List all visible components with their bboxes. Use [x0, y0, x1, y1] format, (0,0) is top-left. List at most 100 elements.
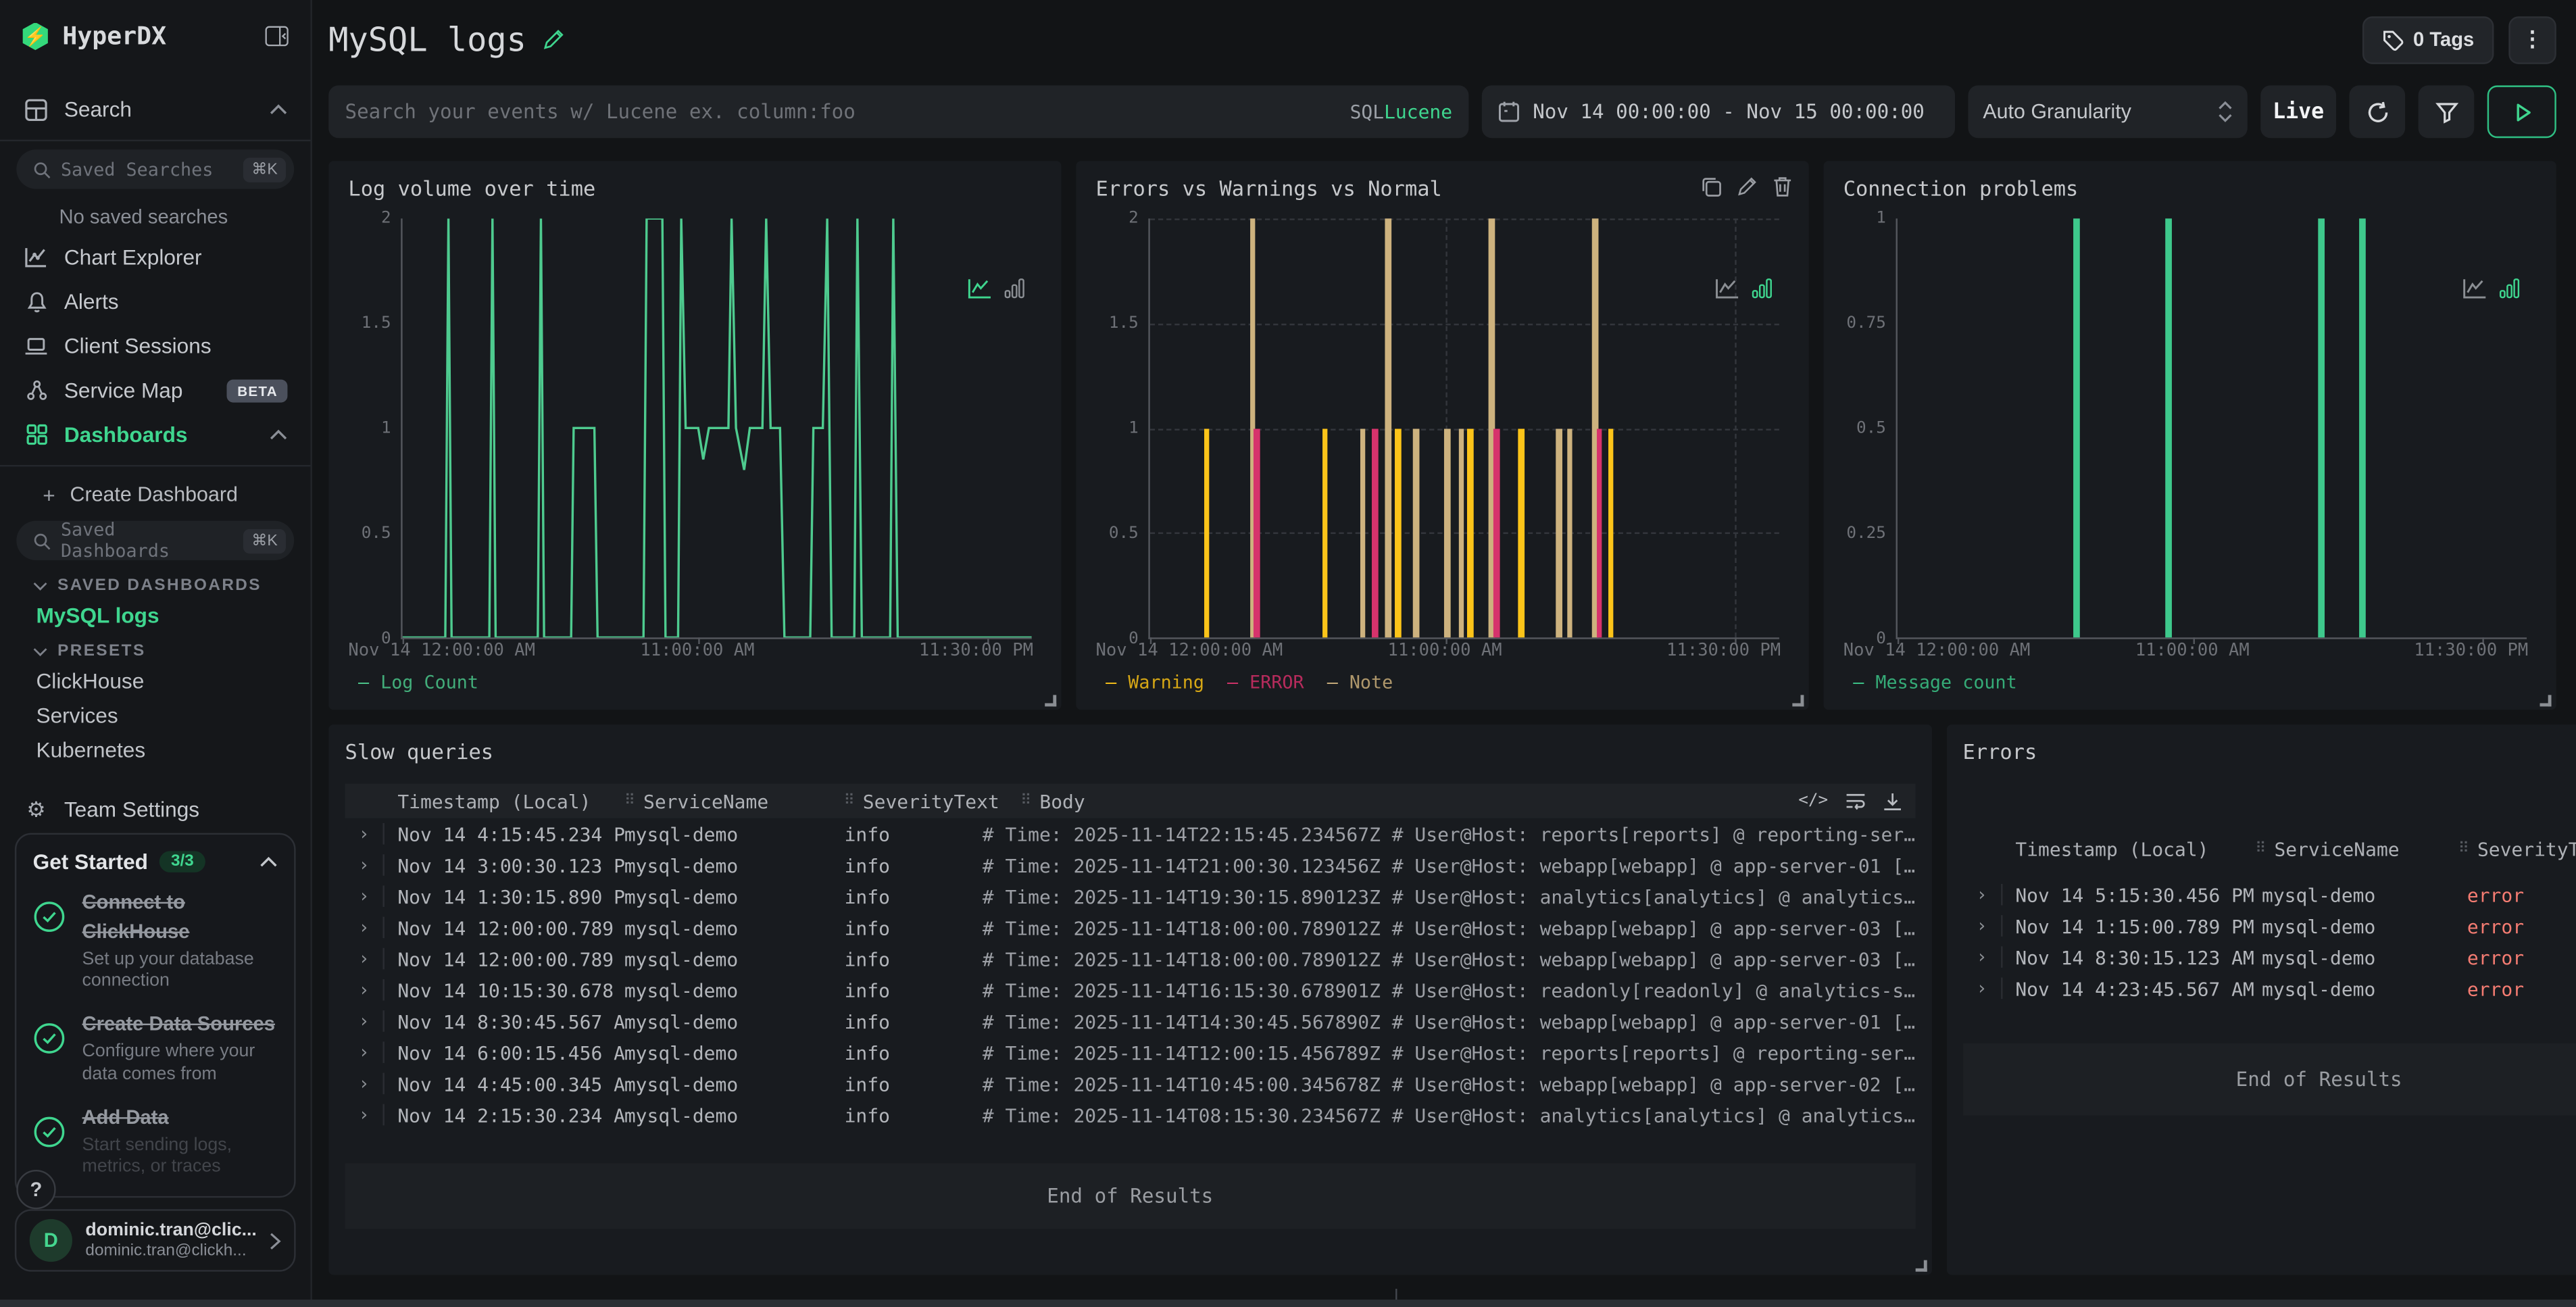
get-started-step[interactable]: Add DataStart sending logs, metrics, or …	[33, 1102, 278, 1179]
table-row[interactable]: ›Nov 14 4:23:45.567 AMmysql-demoerror202…	[1963, 972, 2576, 1004]
sidebar-item-search[interactable]: Search	[0, 87, 310, 132]
tags-button[interactable]: 0 Tags	[2362, 16, 2494, 64]
dashboard-menu-button[interactable]: ⋮	[2508, 16, 2556, 64]
chart-plot[interactable]	[1896, 218, 2527, 639]
table-row[interactable]: ›Nov 14 1:30:15.890 PMmysql-demoinfo# Ti…	[345, 881, 1916, 912]
refresh-button[interactable]	[2350, 85, 2406, 138]
table-row[interactable]: ›Nov 14 8:30:15.123 AMmysql-demoerror202…	[1963, 941, 2576, 972]
drag-handle-icon[interactable]: ⠿	[2458, 841, 2477, 857]
table-row[interactable]: ›Nov 14 1:15:00.789 PMmysql-demoerror202…	[1963, 910, 2576, 941]
download-icon[interactable]	[1882, 791, 1902, 811]
date-range-picker[interactable]: Nov 14 00:00:00 - Nov 15 00:00:00	[1482, 85, 1955, 138]
sidebar-item-services[interactable]: Services	[0, 698, 310, 733]
resize-handle[interactable]	[1792, 695, 1804, 706]
line-view-icon[interactable]	[968, 278, 992, 299]
table-row[interactable]: ›Nov 14 4:15:45.234 PMmysql-demoinfo# Ti…	[345, 818, 1916, 849]
table-row[interactable]: ›Nov 14 2:15:30.234 AMmysql-demoinfo# Ti…	[345, 1099, 1916, 1130]
table-row[interactable]: ›Nov 14 8:30:45.567 AMmysql-demoinfo# Ti…	[345, 1006, 1916, 1037]
expand-row-icon[interactable]: ›	[345, 1104, 385, 1126]
edit-chart-icon[interactable]	[1737, 176, 1758, 197]
expand-row-icon[interactable]: ›	[345, 854, 385, 876]
expand-row-icon[interactable]: ›	[1963, 946, 2002, 968]
drag-handle-icon[interactable]: ⠿	[844, 793, 863, 809]
expand-row-icon[interactable]: ›	[345, 948, 385, 970]
legend-item[interactable]: —Log Count	[358, 671, 478, 693]
legend-item[interactable]: —Message count	[1853, 671, 2016, 693]
col-timestamp[interactable]: Timestamp (Local)	[2015, 837, 2255, 860]
table-row[interactable]: ›Nov 14 12:00:00.789 PMmysql-demoinfo# T…	[345, 912, 1916, 943]
drag-handle-icon[interactable]: ⠿	[2255, 841, 2274, 857]
legend-item[interactable]: —Warning	[1106, 671, 1204, 693]
collapse-sidebar-icon[interactable]	[264, 24, 289, 47]
delete-chart-icon[interactable]	[1773, 176, 1792, 197]
resize-handle[interactable]	[1045, 695, 1056, 706]
get-started-step[interactable]: Connect to ClickHouseSet up your databas…	[33, 887, 278, 994]
expand-row-icon[interactable]: ›	[345, 1010, 385, 1032]
resize-handle[interactable]	[2540, 695, 2552, 706]
line-view-icon[interactable]	[1715, 278, 1739, 299]
bar-view-icon[interactable]	[1752, 278, 1773, 299]
table-row[interactable]: ›Nov 14 3:00:30.123 PMmysql-demoinfo# Ti…	[345, 849, 1916, 881]
chart-plot[interactable]	[1148, 218, 1779, 639]
table-row[interactable]: ›Nov 14 6:00:15.456 AMmysql-demoinfo# Ti…	[345, 1037, 1916, 1068]
sql-toggle[interactable]: SQL	[1350, 100, 1385, 123]
expand-row-icon[interactable]: ›	[345, 885, 385, 907]
granularity-select[interactable]: Auto Granularity	[1968, 85, 2247, 138]
expand-row-icon[interactable]: ›	[345, 917, 385, 939]
bar-view-icon[interactable]	[2499, 278, 2521, 299]
event-search-input[interactable]: Search your events w/ Lucene ex. column:…	[328, 85, 1468, 138]
drag-handle-icon[interactable]: ⠿	[624, 793, 643, 809]
sidebar-item-client-sessions[interactable]: Client Sessions	[0, 324, 310, 368]
filter-button[interactable]	[2419, 85, 2475, 138]
edit-title-icon[interactable]	[543, 28, 566, 51]
run-query-button[interactable]	[2487, 85, 2556, 138]
duplicate-icon[interactable]	[1700, 176, 1722, 197]
live-button[interactable]: Live	[2260, 85, 2336, 138]
horizontal-scrollbar[interactable]	[0, 1300, 2576, 1307]
legend-item[interactable]: —Note	[1327, 671, 1393, 693]
code-view-icon[interactable]: </>	[1798, 792, 1828, 810]
saved-dashboards-input[interactable]: Saved Dashboards ⌘K	[16, 521, 294, 560]
expand-row-icon[interactable]: ›	[345, 979, 385, 1001]
saved-searches-input[interactable]: Saved Searches ⌘K	[16, 149, 294, 189]
col-severitytext[interactable]: SeverityText	[863, 789, 1020, 812]
expand-row-icon[interactable]: ›	[345, 1073, 385, 1095]
user-menu[interactable]: D dominic.tran@clic... dominic.tran@clic…	[15, 1209, 296, 1271]
get-started-step[interactable]: Create Data SourcesConfigure where your …	[33, 1009, 278, 1087]
bar-view-icon[interactable]	[1004, 278, 1025, 299]
sidebar-item-chart-explorer[interactable]: Chart Explorer	[0, 235, 310, 280]
wrap-text-icon[interactable]	[1845, 792, 1866, 810]
sidebar-item-team-settings[interactable]: ⚙ Team Settings	[0, 787, 310, 832]
col-servicename[interactable]: ServiceName	[2274, 837, 2458, 860]
sidebar-item-dashboards[interactable]: Dashboards	[0, 412, 310, 457]
sidebar-item-mysql-logs[interactable]: MySQL logs	[0, 598, 310, 633]
help-button[interactable]: ?	[16, 1170, 55, 1209]
legend-item[interactable]: —ERROR	[1227, 671, 1304, 693]
sidebar-item-clickhouse[interactable]: ClickHouse	[0, 664, 310, 698]
table-row[interactable]: ›Nov 14 12:00:00.789 PMmysql-demoinfo# T…	[345, 943, 1916, 974]
sidebar-item-service-map[interactable]: Service Map BETA	[0, 368, 310, 413]
lucene-toggle[interactable]: Lucene	[1384, 100, 1452, 123]
sidebar-item-kubernetes[interactable]: Kubernetes	[0, 733, 310, 767]
col-servicename[interactable]: ServiceName	[643, 789, 844, 812]
col-timestamp[interactable]: Timestamp (Local)	[397, 789, 624, 812]
section-presets[interactable]: PRESETS	[0, 633, 310, 664]
line-view-icon[interactable]	[2462, 278, 2487, 299]
sidebar-item-alerts[interactable]: Alerts	[0, 279, 310, 324]
table-row[interactable]: ›Nov 14 4:45:00.345 AMmysql-demoinfo# Ti…	[345, 1068, 1916, 1099]
expand-row-icon[interactable]: ›	[1963, 915, 2002, 937]
table-row[interactable]: ›Nov 14 5:15:30.456 PMmysql-demoerror202…	[1963, 879, 2576, 910]
col-severitytext[interactable]: SeverityText	[2477, 837, 2576, 860]
col-body[interactable]: Body	[1039, 789, 1085, 812]
expand-row-icon[interactable]: ›	[1963, 978, 2002, 1000]
create-dashboard-button[interactable]: + Create Dashboard	[0, 475, 310, 514]
chevron-up-icon[interactable]	[259, 855, 278, 866]
section-saved-dashboards[interactable]: SAVED DASHBOARDS	[0, 567, 310, 598]
expand-row-icon[interactable]: ›	[345, 823, 385, 845]
expand-row-icon[interactable]: ›	[345, 1041, 385, 1063]
table-row[interactable]: ›Nov 14 10:15:30.678 AMmysql-demoinfo# T…	[345, 975, 1916, 1006]
expand-row-icon[interactable]: ›	[1963, 884, 2002, 906]
resize-handle[interactable]	[1915, 1260, 1927, 1272]
drag-handle-icon[interactable]: ⠿	[1020, 793, 1039, 809]
chart-plot[interactable]	[401, 218, 1032, 639]
